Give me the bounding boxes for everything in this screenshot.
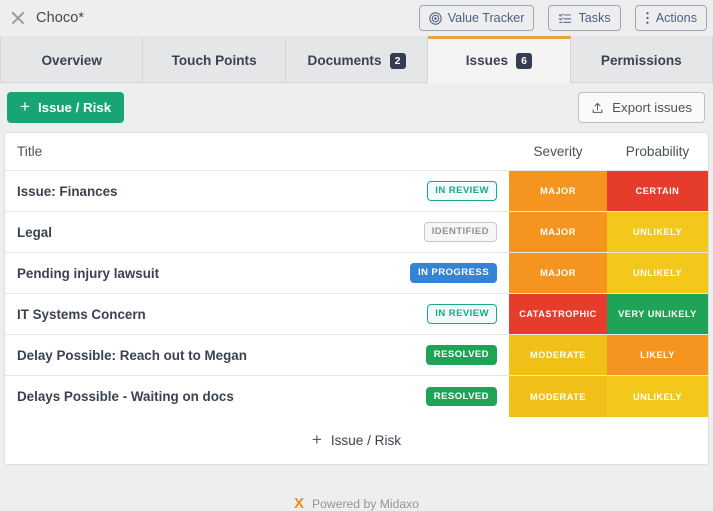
status-badge[interactable]: IN PROGRESS	[409, 263, 497, 283]
tab-issues-badge: 6	[516, 52, 533, 69]
probability-value: CERTAIN	[607, 171, 708, 211]
cell-severity[interactable]: MAJOR	[509, 253, 607, 293]
issue-title: Issue: Finances	[17, 183, 118, 199]
table-footer-add-label: Issue / Risk	[330, 433, 402, 448]
tab-touch-points[interactable]: Touch Points	[143, 36, 286, 82]
tab-issues-label: Issues	[465, 53, 509, 68]
tab-touch-points-label: Touch Points	[171, 53, 257, 68]
tab-bar: Overview Touch Points Documents 2 Issues…	[0, 36, 713, 83]
powered-by-footer: X Powered by Midaxo	[0, 495, 713, 511]
status-badge[interactable]: IN REVIEW	[427, 304, 497, 324]
tab-documents[interactable]: Documents 2	[285, 36, 429, 82]
status-badge[interactable]: RESOLVED	[425, 386, 497, 407]
tasks-button[interactable]: Tasks	[548, 5, 621, 31]
cell-probability[interactable]: VERY UNLIKELY	[607, 294, 708, 334]
target-icon	[429, 11, 442, 25]
tab-overview[interactable]: Overview	[0, 36, 144, 82]
severity-value: MAJOR	[509, 212, 607, 252]
severity-value: MODERATE	[509, 376, 607, 417]
probability-value: UNLIKELY	[607, 253, 708, 293]
task-list-icon	[558, 12, 572, 25]
cell-probability[interactable]: UNLIKELY	[607, 376, 708, 417]
severity-value: CATASTROPHIC	[509, 294, 607, 334]
plus-icon: +	[20, 97, 30, 116]
vertical-dots-icon	[645, 11, 650, 25]
value-tracker-button[interactable]: Value Tracker	[418, 5, 535, 31]
issue-title: Pending injury lawsuit	[17, 265, 160, 281]
issues-table: Title Severity Probability Issue: Financ…	[4, 132, 709, 465]
tab-permissions[interactable]: Permissions	[570, 36, 713, 82]
probability-value: UNLIKELY	[607, 212, 708, 252]
issue-title: Legal	[17, 224, 52, 240]
tab-documents-badge: 2	[389, 52, 406, 69]
column-header-probability: Probability	[625, 144, 690, 159]
status-badge[interactable]: IDENTIFIED	[423, 222, 497, 242]
export-issues-label: Export issues	[612, 100, 692, 115]
cell-probability[interactable]: UNLIKELY	[607, 212, 708, 252]
cell-severity[interactable]: MAJOR	[509, 171, 607, 211]
toolbar: + Issue / Risk Export issues	[0, 83, 713, 132]
probability-value: UNLIKELY	[607, 376, 708, 417]
cell-severity[interactable]: MODERATE	[509, 376, 607, 417]
actions-button[interactable]: Actions	[634, 5, 707, 31]
column-header-title: Title	[17, 144, 43, 159]
severity-value: MAJOR	[509, 171, 607, 211]
cell-title: Issue: Finances IN REVIEW	[5, 171, 509, 211]
status-badge[interactable]: IN REVIEW	[427, 181, 497, 201]
cell-probability[interactable]: LIKELY	[607, 335, 708, 375]
cell-severity[interactable]: CATASTROPHIC	[509, 294, 607, 334]
cell-title: Delay Possible: Reach out to Megan RESOLV…	[5, 335, 509, 375]
add-issue-risk-label: Issue / Risk	[37, 100, 112, 115]
table-row[interactable]: Pending injury lawsuit IN PROGRESS MAJOR UN…	[5, 253, 708, 294]
table-row[interactable]: Delay Possible: Reach out to Megan RESOLV…	[5, 335, 708, 376]
table-row[interactable]: Issue: Finances IN REVIEW MAJOR CERTAIN	[5, 171, 708, 212]
cell-title: Pending injury lawsuit IN PROGRESS	[5, 253, 509, 293]
powered-by-label: Powered by Midaxo	[311, 496, 420, 511]
issue-title: Delays Possible - Waiting on docs	[17, 389, 234, 404]
add-issue-risk-button[interactable]: + Issue / Risk	[7, 92, 125, 123]
table-body: Issue: Finances IN REVIEW MAJOR CERTAIN Lega…	[5, 171, 708, 417]
status-badge[interactable]: RESOLVED	[425, 345, 497, 365]
upload-icon	[591, 101, 604, 115]
actions-label: Actions	[655, 11, 697, 25]
cell-severity[interactable]: MAJOR	[509, 212, 607, 252]
top-bar: Choco* Value Tracker Tasks Actions	[0, 0, 713, 36]
tab-overview-label: Overview	[41, 53, 102, 68]
issue-title: Delay Possible: Reach out to Megan	[17, 347, 247, 363]
cell-title: Legal IDENTIFIED	[5, 212, 509, 252]
table-header-row: Title Severity Probability	[5, 133, 708, 171]
plus-icon: +	[311, 430, 322, 449]
tab-issues[interactable]: Issues 6	[428, 36, 571, 83]
tab-documents-label: Documents	[307, 53, 382, 68]
value-tracker-label: Value Tracker	[447, 11, 525, 25]
close-x-icon[interactable]	[10, 10, 26, 26]
severity-value: MODERATE	[509, 335, 607, 375]
table-row[interactable]: IT Systems Concern IN REVIEW CATASTROPHIC V…	[5, 294, 708, 335]
midaxo-logo-icon: X	[293, 495, 304, 511]
table-row[interactable]: Delays Possible - Waiting on docs RESOLVE…	[5, 376, 708, 417]
cell-severity[interactable]: MODERATE	[509, 335, 607, 375]
table-row[interactable]: Legal IDENTIFIED MAJOR UNLIKELY	[5, 212, 708, 253]
cell-probability[interactable]: CERTAIN	[607, 171, 708, 211]
probability-value: VERY UNLIKELY	[607, 294, 708, 334]
deal-title: Choco*	[36, 10, 85, 26]
tasks-label: Tasks	[578, 11, 611, 25]
probability-value: LIKELY	[607, 335, 708, 375]
column-header-severity: Severity	[533, 144, 583, 159]
table-footer-add-row[interactable]: + Issue / Risk	[5, 417, 708, 464]
export-issues-button[interactable]: Export issues	[578, 92, 705, 123]
cell-title: IT Systems Concern IN REVIEW	[5, 294, 509, 334]
cell-probability[interactable]: UNLIKELY	[607, 253, 708, 293]
severity-value: MAJOR	[509, 253, 607, 293]
issue-title: IT Systems Concern	[17, 306, 146, 322]
tab-permissions-label: Permissions	[600, 53, 682, 68]
cell-title: Delays Possible - Waiting on docs RESOLVE…	[5, 376, 509, 417]
